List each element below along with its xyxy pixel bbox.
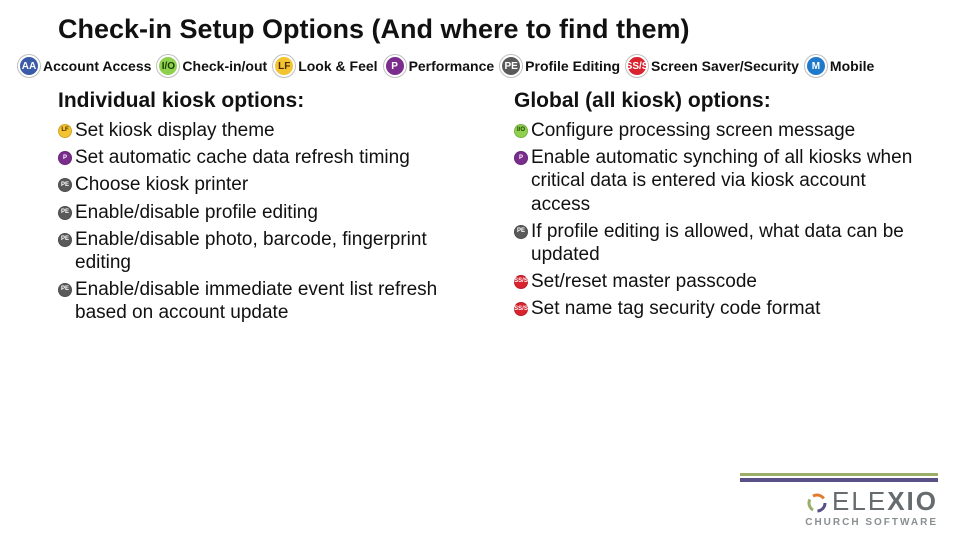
p-icon: P — [58, 151, 72, 165]
logo-accent-bar — [740, 478, 938, 482]
pe-icon: PE — [500, 55, 522, 77]
item-text: Enable automatic synching of all kiosks … — [531, 146, 930, 216]
io-icon: I/O — [157, 55, 179, 77]
item-text: Set automatic cache data refresh timing — [75, 146, 410, 169]
legend-checkin: I/O Check-in/out — [157, 55, 267, 77]
legend-row: AA Account Access I/O Check-in/out LF Lo… — [0, 55, 960, 89]
legend-label: Profile Editing — [525, 58, 620, 74]
list-item: PEEnable/disable profile editing — [58, 201, 474, 224]
global-options: Global (all kiosk) options: I/OConfigure… — [514, 89, 930, 328]
columns: Individual kiosk options: LFSet kiosk di… — [0, 89, 960, 328]
list-item: PEEnable/disable photo, barcode, fingerp… — [58, 228, 474, 274]
item-text: Enable/disable photo, barcode, fingerpri… — [75, 228, 474, 274]
list-item: SS/SSet name tag security code format — [514, 297, 930, 320]
option-list: LFSet kiosk display themePSet automatic … — [58, 119, 474, 324]
column-heading: Global (all kiosk) options: — [514, 89, 930, 113]
list-item: LFSet kiosk display theme — [58, 119, 474, 142]
legend-label: Performance — [409, 58, 495, 74]
io-icon: I/O — [514, 124, 528, 138]
legend-mobile: M Mobile — [805, 55, 874, 77]
legend-look-feel: LF Look & Feel — [273, 55, 377, 77]
ss-icon: SS/S — [626, 55, 648, 77]
aa-icon: AA — [18, 55, 40, 77]
p-icon: P — [384, 55, 406, 77]
individual-options: Individual kiosk options: LFSet kiosk di… — [58, 89, 474, 328]
logo-subtitle: CHURCH SOFTWARE — [740, 517, 938, 528]
ss-icon: SS/S — [514, 302, 528, 316]
ss-icon: SS/S — [514, 275, 528, 289]
option-list: I/OConfigure processing screen messagePE… — [514, 119, 930, 320]
logo-name: ELEXIO — [740, 486, 938, 517]
list-item: PEIf profile editing is allowed, what da… — [514, 220, 930, 266]
legend-screensaver: SS/S Screen Saver/Security — [626, 55, 799, 77]
pe-icon: PE — [514, 225, 528, 239]
legend-label: Check-in/out — [182, 58, 267, 74]
list-item: SS/SSet/reset master passcode — [514, 270, 930, 293]
logo-mark-icon — [806, 492, 828, 514]
item-text: Set kiosk display theme — [75, 119, 275, 142]
pe-icon: PE — [58, 206, 72, 220]
legend-account-access: AA Account Access — [18, 55, 151, 77]
item-text: If profile editing is allowed, what data… — [531, 220, 930, 266]
list-item: PEChoose kiosk printer — [58, 173, 474, 196]
list-item: PEnable automatic synching of all kiosks… — [514, 146, 930, 216]
item-text: Enable/disable immediate event list refr… — [75, 278, 474, 324]
legend-performance: P Performance — [384, 55, 495, 77]
elexio-logo: ELEXIO CHURCH SOFTWARE — [740, 473, 960, 528]
legend-label: Account Access — [43, 58, 151, 74]
legend-label: Screen Saver/Security — [651, 58, 799, 74]
item-text: Set/reset master passcode — [531, 270, 757, 293]
pe-icon: PE — [58, 283, 72, 297]
pe-icon: PE — [58, 178, 72, 192]
lf-icon: LF — [273, 55, 295, 77]
column-heading: Individual kiosk options: — [58, 89, 474, 113]
legend-label: Look & Feel — [298, 58, 377, 74]
legend-profile-editing: PE Profile Editing — [500, 55, 620, 77]
item-text: Choose kiosk printer — [75, 173, 248, 196]
item-text: Enable/disable profile editing — [75, 201, 318, 224]
legend-label: Mobile — [830, 58, 874, 74]
m-icon: M — [805, 55, 827, 77]
logo-accent-bar — [740, 473, 938, 476]
lf-icon: LF — [58, 124, 72, 138]
list-item: PSet automatic cache data refresh timing — [58, 146, 474, 169]
item-text: Set name tag security code format — [531, 297, 820, 320]
pe-icon: PE — [58, 233, 72, 247]
list-item: I/OConfigure processing screen message — [514, 119, 930, 142]
item-text: Configure processing screen message — [531, 119, 855, 142]
list-item: PEEnable/disable immediate event list re… — [58, 278, 474, 324]
p-icon: P — [514, 151, 528, 165]
page-title: Check-in Setup Options (And where to fin… — [0, 0, 960, 55]
